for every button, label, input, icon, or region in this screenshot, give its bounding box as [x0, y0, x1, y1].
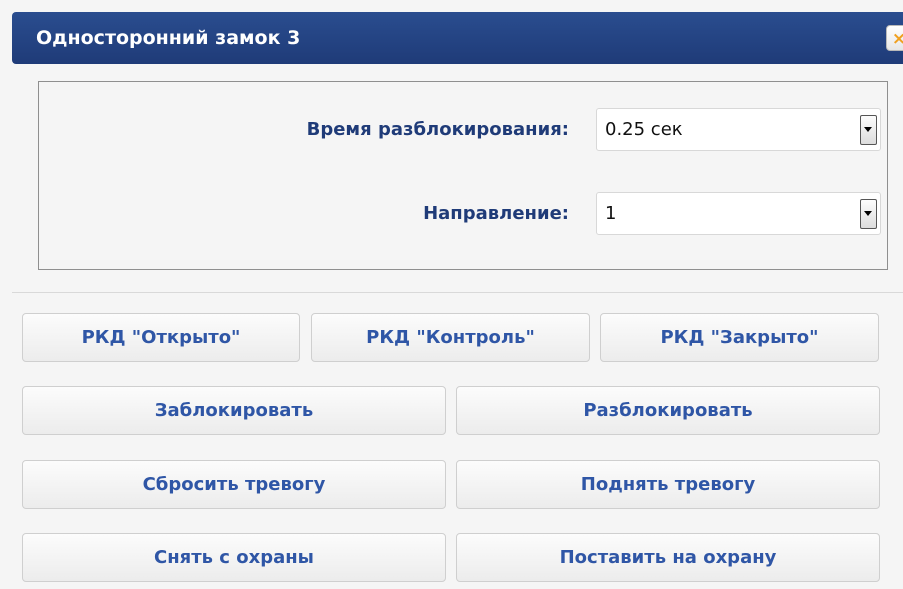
raise-alarm-button[interactable]: Поднять тревогу [456, 460, 880, 509]
direction-select[interactable]: 1 [596, 192, 881, 235]
direction-label: Направление: [423, 203, 569, 224]
lock-settings-dialog: Односторонний замок 3 × Время разблокиро… [0, 0, 903, 589]
direction-value: 1 [605, 203, 617, 224]
dialog-title: Односторонний замок 3 [36, 27, 301, 49]
unlock-time-select[interactable]: 0.25 сек [596, 108, 881, 151]
divider [12, 292, 903, 293]
unlock-button[interactable]: Разблокировать [456, 386, 880, 435]
disarm-button[interactable]: Снять с охраны [22, 533, 446, 582]
chevron-down-icon[interactable] [860, 199, 877, 229]
lock-button[interactable]: Заблокировать [22, 386, 446, 435]
rkd-control-button[interactable]: РКД "Контроль" [311, 313, 590, 362]
unlock-time-value: 0.25 сек [605, 119, 683, 140]
reset-alarm-button[interactable]: Сбросить тревогу [22, 460, 446, 509]
unlock-time-label: Время разблокирования: [306, 119, 569, 140]
rkd-closed-button[interactable]: РКД "Закрыто" [600, 313, 879, 362]
rkd-open-button[interactable]: РКД "Открыто" [22, 313, 300, 362]
arm-button[interactable]: Поставить на охрану [456, 533, 880, 582]
close-icon[interactable]: × [886, 25, 903, 51]
chevron-down-icon[interactable] [860, 115, 877, 145]
settings-panel: Время разблокирования: 0.25 сек Направле… [38, 81, 888, 270]
dialog-titlebar: Односторонний замок 3 × [12, 12, 903, 64]
